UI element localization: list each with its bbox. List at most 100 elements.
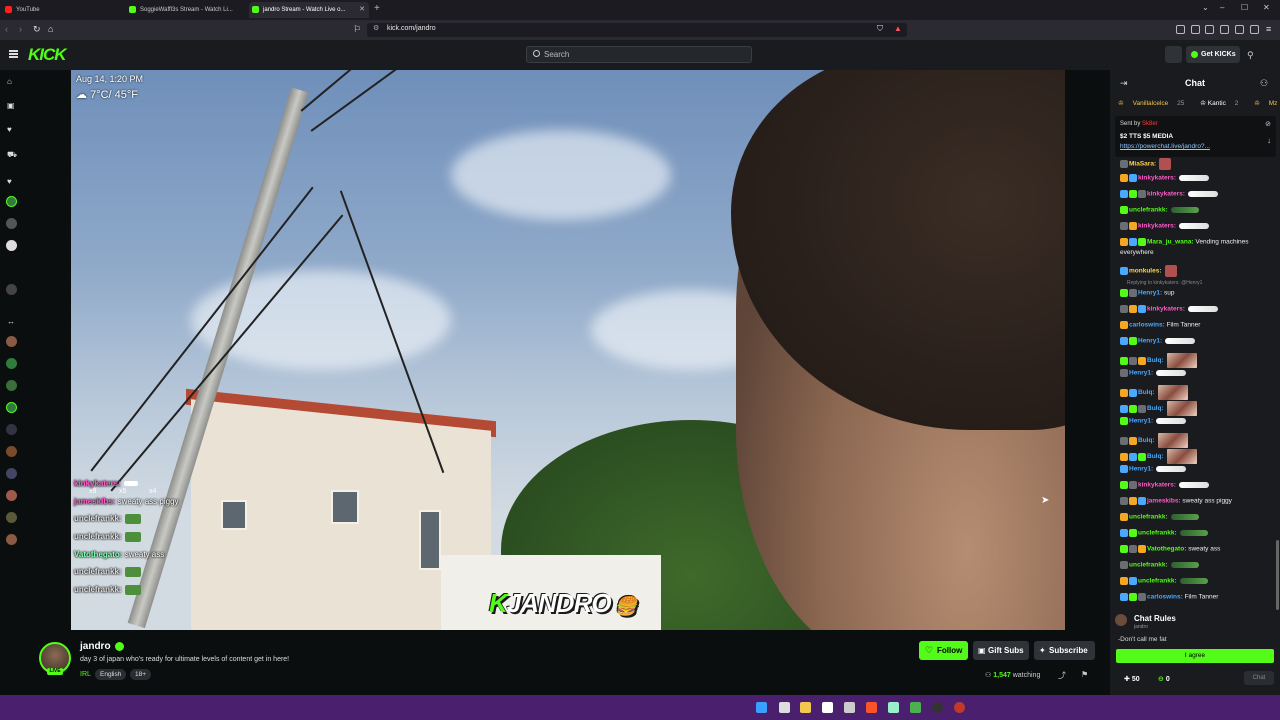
chat-message[interactable]: unclefrankk: <box>1120 513 1275 521</box>
dropdown-icon[interactable]: ⌄ <box>1202 3 1209 12</box>
channel-avatar[interactable] <box>6 468 17 479</box>
site-info-icon[interactable]: ⚙ <box>373 24 379 32</box>
chat-username[interactable]: carloswins: <box>1147 594 1183 601</box>
channel-avatar[interactable] <box>6 336 17 347</box>
file-explorer-icon[interactable] <box>800 702 811 713</box>
chat-message[interactable]: kinkykaters: <box>1120 481 1275 489</box>
chat-message[interactable]: Vatothegato: sweaty ass <box>1120 545 1275 553</box>
chat-username[interactable]: Henry1: <box>1138 290 1162 297</box>
store-icon[interactable]: ⛟ <box>7 150 17 160</box>
bookmark-icon[interactable]: ⚐ <box>353 24 361 35</box>
chat-message[interactable]: kinkykaters: <box>1120 174 1275 182</box>
chat-message[interactable]: MiaSara: <box>1120 158 1275 170</box>
vpn-icon[interactable] <box>1250 25 1259 34</box>
reload-icon[interactable]: ↻ <box>33 24 41 35</box>
unpin-icon[interactable]: ⊘ <box>1265 120 1271 128</box>
channel-points[interactable]: ⊖ 0 <box>1158 675 1170 683</box>
chat-message[interactable]: kinkykaters: <box>1120 222 1275 230</box>
leaderboard-entry[interactable]: ♔ Mz <box>1254 100 1280 107</box>
chat-username[interactable]: carloswins: <box>1129 322 1165 329</box>
chat-username[interactable]: unclefrankk: <box>1138 578 1177 585</box>
chat-username[interactable]: unclefrankk: <box>1129 562 1168 569</box>
home-nav-icon[interactable]: ⌂ <box>7 77 12 86</box>
app-icon[interactable] <box>844 702 855 713</box>
agree-button[interactable]: I agree <box>1116 649 1274 663</box>
minimize-icon[interactable]: – <box>1220 3 1224 12</box>
video-player[interactable]: Aug 14, 1:20 PM ☁ 7°C/ 45°F x9 x5 x4 kin… <box>71 70 1065 630</box>
gift-subs-button[interactable]: ▣ Gift Subs <box>973 641 1029 660</box>
chat-message[interactable]: Henry1: sup <box>1120 289 1275 297</box>
theater-mode-button[interactable] <box>1165 46 1182 63</box>
pinned-link[interactable]: https://powerchat.live/jandro?... <box>1120 143 1210 150</box>
chat-message[interactable]: kinkykaters: <box>1120 305 1275 313</box>
chat-username[interactable]: Bulq: <box>1147 453 1164 460</box>
chat-username[interactable]: Henry1: <box>1129 418 1153 425</box>
subscribe-button[interactable]: ✦ Subscribe <box>1034 641 1095 660</box>
channel-avatar[interactable] <box>6 240 17 251</box>
chat-username[interactable]: unclefrankk: <box>1129 514 1168 521</box>
chat-username[interactable]: Vatothegato: <box>1147 546 1186 553</box>
chat-message[interactable]: carloswins: Film Tanner <box>1120 593 1275 601</box>
chat-username[interactable]: monkules: <box>1129 268 1162 275</box>
tag-mature[interactable]: 18+ <box>130 669 152 680</box>
chat-message[interactable]: Henry1: <box>1120 369 1275 377</box>
following-icon[interactable]: ♥ <box>7 125 12 134</box>
chat-username[interactable]: Mara_ju_wana: <box>1147 239 1194 246</box>
brave-browser-icon[interactable] <box>866 702 877 713</box>
menu-icon[interactable]: ≡ <box>1266 24 1271 34</box>
chat-username[interactable]: unclefrankk: <box>1138 530 1177 537</box>
chat-message[interactable]: carloswins: Film Tanner <box>1120 321 1275 329</box>
maximize-icon[interactable]: ☐ <box>1241 3 1248 12</box>
app-icon[interactable] <box>954 702 965 713</box>
chat-message[interactable]: Bulq: <box>1120 433 1275 448</box>
chat-username[interactable]: kinkykaters: <box>1147 306 1185 313</box>
chat-message[interactable]: Bulq: <box>1120 353 1275 368</box>
channel-avatar[interactable] <box>6 446 17 457</box>
back-icon[interactable]: ‹ <box>5 24 8 34</box>
chat-message[interactable]: Mara_ju_wana: Vending machines <box>1120 238 1275 246</box>
chat-username[interactable]: kinkykaters: <box>1138 223 1176 230</box>
tab-soggiewaffl3s[interactable]: SoggieWaffl3s Stream - Watch Li... <box>126 2 246 18</box>
chat-message[interactable]: Bulq: <box>1120 401 1275 416</box>
chat-message[interactable]: Henry1: <box>1120 465 1275 473</box>
expand-icon[interactable]: ↔ <box>7 317 15 326</box>
chat-username[interactable]: Bulq: <box>1138 389 1155 396</box>
close-window-icon[interactable]: ✕ <box>1263 3 1270 12</box>
chat-username[interactable]: Bulq: <box>1138 437 1155 444</box>
tab-jandro[interactable]: jandro Stream - Watch Live o... ✕ <box>249 2 369 18</box>
channel-avatar[interactable] <box>6 490 17 501</box>
forward-icon[interactable]: › <box>19 24 22 34</box>
home-icon[interactable]: ⌂ <box>48 24 53 34</box>
chat-username[interactable]: kinkykaters: <box>1138 175 1176 182</box>
channel-avatar[interactable] <box>6 218 17 229</box>
chat-message[interactable]: unclefrankk: <box>1120 206 1275 214</box>
pinned-message[interactable]: Sent by Sk8er $2 TTS $5 MEDIA https://po… <box>1115 116 1276 157</box>
chat-users-icon[interactable]: ⚇ <box>1260 78 1268 89</box>
browse-icon[interactable]: ▣ <box>7 101 15 110</box>
chat-message[interactable]: monkules: <box>1120 265 1275 277</box>
new-tab-button[interactable]: + <box>374 3 380 14</box>
channel-avatar[interactable] <box>6 424 17 435</box>
search-box[interactable] <box>526 46 752 63</box>
address-bar[interactable]: ⚙ kick.com/jandro ⛉ ▲ <box>367 23 907 37</box>
leaderboard-entry[interactable]: ♔ Kantic 2 <box>1200 100 1245 107</box>
streamer-name[interactable]: jandro <box>80 641 111 652</box>
channel-avatar[interactable] <box>6 196 17 207</box>
channel-avatar[interactable] <box>6 512 17 523</box>
chat-username[interactable]: kinkykaters: <box>1138 482 1176 489</box>
windows-start-icon[interactable] <box>756 702 767 713</box>
download-icon[interactable] <box>1176 25 1185 34</box>
chat-username[interactable]: Henry1: <box>1129 370 1153 377</box>
chat-username[interactable]: Henry1: <box>1129 466 1153 473</box>
chat-send-button[interactable]: Chat <box>1244 671 1274 685</box>
report-icon[interactable]: ⚑ <box>1081 670 1088 679</box>
favorites-icon[interactable]: ♥ <box>7 177 12 186</box>
shield-icon[interactable]: ⛉ <box>877 24 883 34</box>
hamburger-menu-icon[interactable] <box>9 50 18 58</box>
chat-message[interactable]: unclefrankk: <box>1120 529 1275 537</box>
close-tab-icon[interactable]: ✕ <box>359 2 365 18</box>
share-icon[interactable]: ⤴ <box>1058 670 1066 681</box>
get-kicks-button[interactable]: Get KICKs <box>1186 46 1240 63</box>
channel-avatar[interactable] <box>6 534 17 545</box>
chat-username[interactable]: Henry1: <box>1138 338 1162 345</box>
